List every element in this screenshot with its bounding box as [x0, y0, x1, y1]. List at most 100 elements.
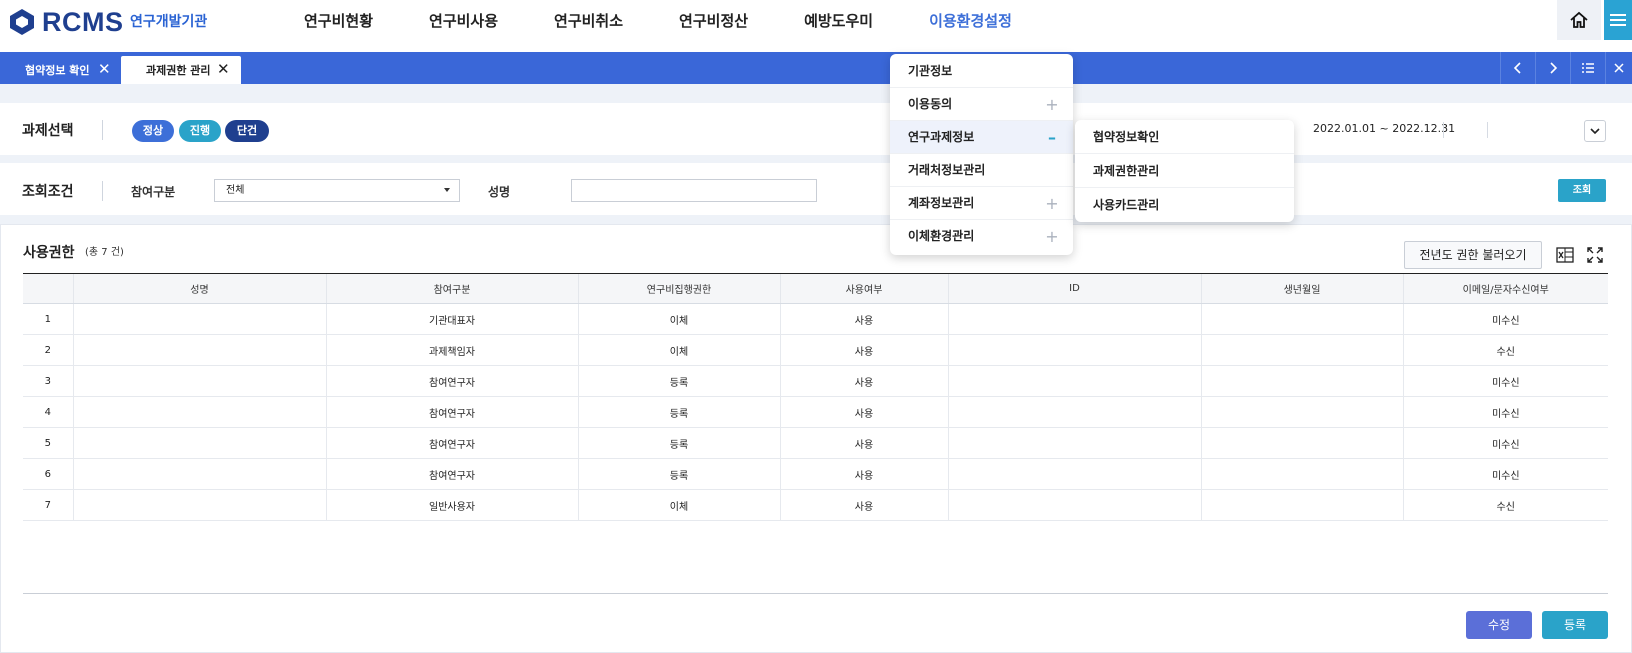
- status-badge-single: 단건: [225, 120, 269, 142]
- close-icon[interactable]: ✕: [98, 62, 111, 77]
- top-header: RCMS 연구개발기관 연구비현황 연구비사용 연구비취소 연구비정산 예방도우…: [0, 0, 1632, 52]
- cell-id: [947, 427, 1201, 459]
- submenu-item-task-permission[interactable]: 과제권한관리: [1075, 154, 1294, 188]
- tab-list-button[interactable]: [1570, 52, 1604, 84]
- task-select-title: 과제선택: [22, 123, 74, 139]
- cell-participation: 과제책임자: [325, 334, 578, 366]
- menu-item-transfer-settings[interactable]: 이체환경관리 +: [890, 220, 1073, 253]
- total-count: (총 7 건): [85, 247, 124, 258]
- search-condition-panel: 조회조건 참여구분 전체 성명 조회: [0, 163, 1632, 215]
- cell-use: 사용: [779, 365, 948, 397]
- edit-button[interactable]: 수정: [1466, 611, 1532, 639]
- cell-name: [72, 303, 326, 335]
- tab-prev-button[interactable]: [1500, 52, 1534, 84]
- nav-item-usage-settings[interactable]: 이용환경설정: [929, 0, 1012, 42]
- minus-icon: –: [1048, 128, 1056, 147]
- cell-notify: 미수신: [1402, 365, 1608, 397]
- register-button[interactable]: 등록: [1542, 611, 1608, 639]
- table-row[interactable]: 7 일반사용자 이체 사용 수신: [23, 489, 1608, 521]
- row-number: 7: [23, 489, 73, 521]
- excel-download-button[interactable]: [1553, 243, 1577, 267]
- nav-item-budget-settle[interactable]: 연구비정산: [679, 0, 748, 42]
- cell-participation: 참여연구자: [325, 365, 578, 397]
- hamburger-menu-button[interactable]: [1604, 0, 1632, 40]
- menu-item-institution-info[interactable]: 기관정보: [890, 55, 1073, 88]
- participation-select-value: 전체: [226, 185, 245, 196]
- home-icon: [1570, 11, 1588, 28]
- col-header-notify[interactable]: 이메일/문자수신여부: [1402, 273, 1608, 304]
- tab-agreement-info[interactable]: 협약정보 확인 ✕: [8, 56, 120, 84]
- col-header-exec-authority[interactable]: 연구비집행권한: [577, 273, 780, 304]
- permissions-panel: 사용권한 (총 7 건) 전년도 권한 불러오기 성명 참여구분 연구비집행권한…: [0, 224, 1632, 653]
- tab-task-permission[interactable]: 과제권한 관리 ✕: [121, 56, 241, 84]
- name-label: 성명: [488, 185, 511, 199]
- col-header-name[interactable]: 성명: [72, 273, 326, 304]
- cell-participation: 참여연구자: [325, 427, 578, 459]
- task-expand-button[interactable]: [1584, 120, 1606, 142]
- load-prev-year-button[interactable]: 전년도 권한 불러오기: [1404, 241, 1542, 269]
- table-row[interactable]: 3 참여연구자 등록 사용 미수신: [23, 365, 1608, 397]
- col-header-id[interactable]: ID: [947, 273, 1201, 304]
- org-name: 연구개발기관: [130, 14, 208, 30]
- hamburger-icon: [1610, 14, 1626, 26]
- cell-birth: [1200, 458, 1403, 490]
- cell-participation: 일반사용자: [325, 489, 578, 521]
- rcms-logo[interactable]: RCMS: [8, 4, 124, 40]
- global-nav: 연구비현황 연구비사용 연구비취소 연구비정산 예방도우미 이용환경설정: [304, 0, 1068, 42]
- cell-exec-authority: 등록: [577, 396, 780, 428]
- col-header-use[interactable]: 사용여부: [779, 273, 948, 304]
- col-header-birth[interactable]: 생년월일: [1200, 273, 1403, 304]
- tab-close-all-button[interactable]: [1605, 52, 1632, 84]
- cell-birth: [1200, 365, 1403, 397]
- cell-birth: [1200, 489, 1403, 521]
- rcms-logo-icon: [10, 9, 34, 35]
- cell-notify: 미수신: [1402, 458, 1608, 490]
- menu-item-usage-consent[interactable]: 이용동의 +: [890, 88, 1073, 121]
- research-task-submenu: 협약정보확인 과제권한관리 사용카드관리: [1075, 120, 1294, 222]
- cell-notify: 미수신: [1402, 427, 1608, 459]
- cell-notify: 미수신: [1402, 303, 1608, 335]
- divider: [102, 120, 103, 140]
- participation-select[interactable]: 전체: [214, 179, 460, 202]
- task-select-panel: 과제선택 정상 진행 단건 년 2022.01.01 ~ 2022.12.31: [0, 103, 1632, 155]
- row-number: 2: [23, 334, 73, 366]
- name-input[interactable]: [571, 179, 817, 202]
- table-row[interactable]: 1 기관대표자 이체 사용 미수신: [23, 303, 1608, 335]
- menu-item-account-management[interactable]: 계좌정보관리 +: [890, 187, 1073, 220]
- close-icon: [1614, 63, 1624, 73]
- fullscreen-button[interactable]: [1583, 243, 1607, 267]
- cell-exec-authority: 등록: [577, 458, 780, 490]
- cell-participation: 참여연구자: [325, 396, 578, 428]
- nav-item-prevention-helper[interactable]: 예방도우미: [804, 0, 873, 42]
- cell-birth: [1200, 303, 1403, 335]
- cell-name: [72, 458, 326, 490]
- table-row[interactable]: 5 참여연구자 등록 사용 미수신: [23, 427, 1608, 459]
- row-number: 1: [23, 303, 73, 335]
- table-row[interactable]: 2 과제책임자 이체 사용 수신: [23, 334, 1608, 366]
- nav-item-budget-use[interactable]: 연구비사용: [429, 0, 498, 42]
- table-row[interactable]: 6 참여연구자 등록 사용 미수신: [23, 458, 1608, 490]
- col-header-participation[interactable]: 참여구분: [325, 273, 578, 304]
- nav-item-budget-cancel[interactable]: 연구비취소: [554, 0, 623, 42]
- menu-item-label: 계좌정보관리: [908, 196, 975, 210]
- menu-item-vendor-management[interactable]: 거래처정보관리: [890, 154, 1073, 187]
- cell-name: [72, 365, 326, 397]
- tab-next-button[interactable]: [1535, 52, 1569, 84]
- cell-use: 사용: [779, 334, 948, 366]
- participation-label: 참여구분: [131, 185, 176, 199]
- table-header-row: 성명 참여구분 연구비집행권한 사용여부 ID 생년월일 이메일/문자수신여부: [23, 273, 1608, 304]
- cell-notify: 수신: [1402, 334, 1608, 366]
- search-button[interactable]: 조회: [1558, 179, 1606, 202]
- home-button[interactable]: [1557, 0, 1601, 40]
- plus-icon: +: [1045, 194, 1059, 213]
- cell-birth: [1200, 396, 1403, 428]
- divider: [1443, 122, 1444, 138]
- submenu-item-agreement-info[interactable]: 협약정보확인: [1075, 120, 1294, 154]
- table-row[interactable]: 4 참여연구자 등록 사용 미수신: [23, 396, 1608, 428]
- nav-item-budget-status[interactable]: 연구비현황: [304, 0, 373, 42]
- close-icon[interactable]: ✕: [217, 62, 230, 77]
- menu-item-research-task-info[interactable]: 연구과제정보 –: [890, 121, 1073, 154]
- submenu-item-card-management[interactable]: 사용카드관리: [1075, 188, 1294, 222]
- row-number: 5: [23, 427, 73, 459]
- cell-exec-authority: 등록: [577, 365, 780, 397]
